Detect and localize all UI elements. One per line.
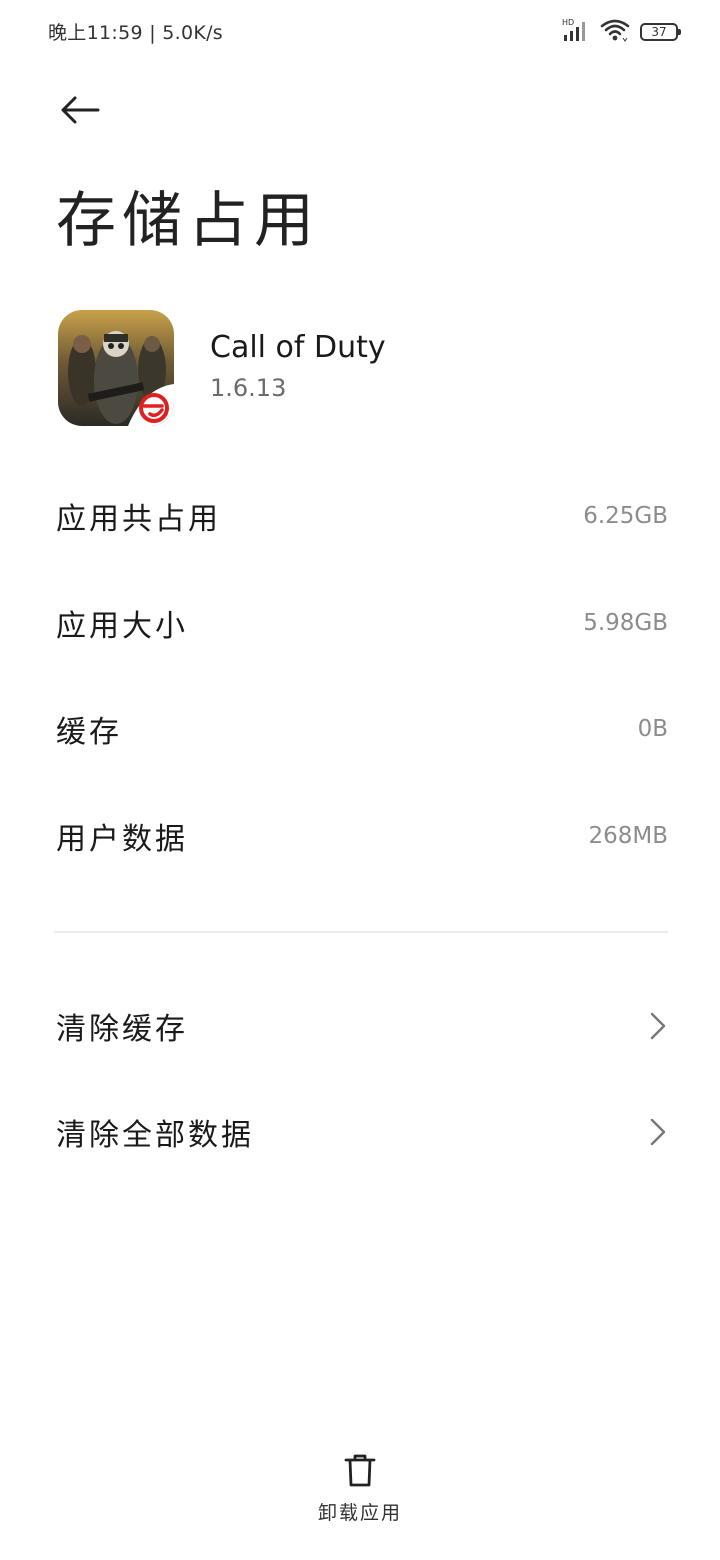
storage-row-user-data: 用户数据 268MB [56, 806, 668, 866]
uninstall-button[interactable]: 卸载应用 [300, 1452, 420, 1532]
divider [54, 931, 668, 933]
storage-row-label: 用户数据 [56, 822, 188, 857]
storage-row-cache: 缓存 0B [56, 699, 668, 759]
storage-row-label: 应用共占用 [56, 502, 221, 537]
storage-row-value: 5.98GB [583, 610, 668, 636]
signal-icon: HD [562, 18, 590, 46]
wifi-icon [600, 18, 630, 46]
clear-cache-button[interactable]: 清除缓存 [56, 996, 668, 1056]
storage-row-value: 6.25GB [583, 503, 668, 529]
battery-icon: 37 [640, 23, 681, 41]
storage-row-label: 应用大小 [56, 609, 188, 644]
storage-row-value: 268MB [588, 823, 668, 849]
clear-all-data-label: 清除全部数据 [56, 1118, 254, 1153]
uninstall-label: 卸载应用 [317, 1502, 402, 1524]
storage-row-value: 0B [637, 716, 668, 742]
trash-icon [342, 1452, 378, 1492]
arrow-left-icon [58, 94, 102, 130]
network-badge: HD [562, 18, 574, 27]
storage-row-total: 应用共占用 6.25GB [56, 486, 668, 546]
storage-row-label: 缓存 [56, 715, 122, 750]
back-button[interactable] [52, 88, 108, 136]
storage-row-app-size: 应用大小 5.98GB [56, 593, 668, 653]
chevron-right-icon [648, 1116, 668, 1148]
chevron-right-icon [648, 1010, 668, 1042]
status-bar: 晚上11:59 | 5.0K/s HD 37 [0, 0, 720, 62]
app-name: Call of Duty [210, 330, 386, 365]
clear-cache-label: 清除缓存 [56, 1012, 188, 1047]
battery-level: 37 [651, 25, 667, 39]
app-icon [58, 310, 174, 426]
status-icons: HD 37 [562, 18, 681, 46]
page-title: 存储占用 [56, 186, 320, 256]
status-time-speed: 晚上11:59 | 5.0K/s [48, 22, 224, 44]
app-version: 1.6.13 [210, 374, 287, 402]
clear-all-data-button[interactable]: 清除全部数据 [56, 1102, 668, 1162]
